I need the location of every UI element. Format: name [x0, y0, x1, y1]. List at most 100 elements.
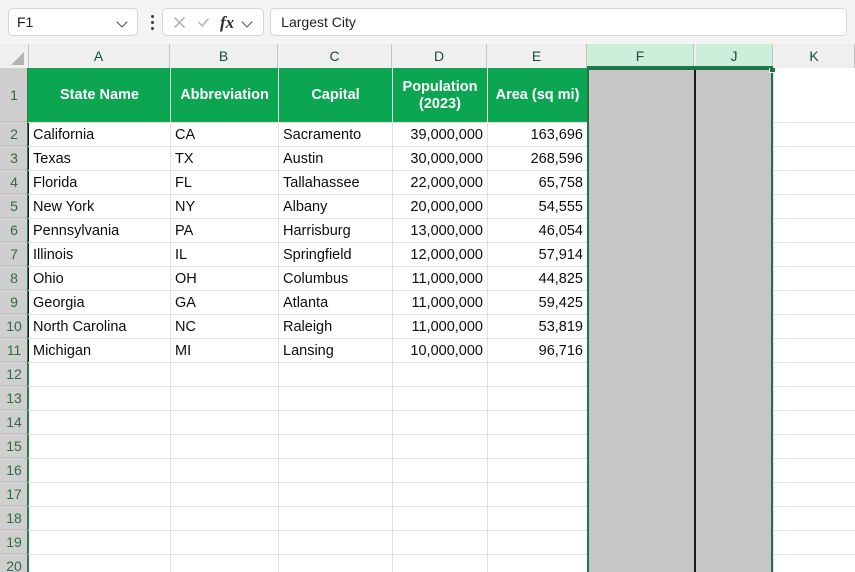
table-cell[interactable]: NY — [170, 194, 279, 219]
gridline-vertical — [487, 68, 488, 572]
fx-insert-function-icon[interactable]: fx — [220, 14, 234, 31]
table-cell[interactable]: 13,000,000 — [392, 218, 488, 243]
table-cell[interactable]: 11,000,000 — [392, 314, 488, 339]
confirm-check-icon[interactable] — [196, 15, 211, 30]
table-cell[interactable]: OH — [170, 266, 279, 291]
row-header-11[interactable]: 11 — [0, 338, 28, 362]
table-cell[interactable]: New York — [28, 194, 171, 219]
cell-canvas[interactable]: State Name Abbreviation Capital Population … — [28, 68, 855, 572]
table-cell[interactable]: 12,000,000 — [392, 242, 488, 267]
column-header-f[interactable]: F — [587, 44, 694, 68]
table-cell[interactable]: Florida — [28, 170, 171, 195]
column-header-k[interactable]: K — [774, 44, 855, 68]
table-cell[interactable]: 20,000,000 — [392, 194, 488, 219]
table-cell[interactable]: 54,555 — [487, 194, 588, 219]
table-cell[interactable]: Lansing — [278, 338, 393, 363]
table-cell[interactable]: 65,758 — [487, 170, 588, 195]
table-cell[interactable]: Springfield — [278, 242, 393, 267]
table-cell[interactable]: NC — [170, 314, 279, 339]
table-cell[interactable]: Pennsylvania — [28, 218, 171, 243]
table-cell[interactable]: Columbus — [278, 266, 393, 291]
table-cell[interactable]: 163,696 — [487, 122, 588, 147]
row-header-3[interactable]: 3 — [0, 146, 28, 170]
table-header-cell[interactable]: Capital — [278, 68, 393, 123]
formula-input[interactable]: Largest City — [270, 8, 847, 36]
name-box[interactable]: F1 — [8, 8, 138, 36]
row-header-19[interactable]: 19 — [0, 530, 28, 554]
table-cell[interactable]: Harrisburg — [278, 218, 393, 243]
table-cell[interactable]: 22,000,000 — [392, 170, 488, 195]
table-cell[interactable]: 11,000,000 — [392, 266, 488, 291]
column-header-a[interactable]: A — [28, 44, 170, 68]
table-cell[interactable]: 46,054 — [487, 218, 588, 243]
column-header-b[interactable]: B — [170, 44, 278, 68]
row-header-12[interactable]: 12 — [0, 362, 28, 386]
row-header-18[interactable]: 18 — [0, 506, 28, 530]
chevron-down-icon[interactable] — [118, 17, 129, 28]
column-header-d[interactable]: D — [392, 44, 487, 68]
gridline-vertical — [278, 68, 279, 572]
column-header-c[interactable]: C — [278, 44, 392, 68]
table-cell[interactable]: CA — [170, 122, 279, 147]
table-cell[interactable]: 53,819 — [487, 314, 588, 339]
row-header-5[interactable]: 5 — [0, 194, 28, 218]
fill-handle[interactable] — [769, 68, 776, 73]
table-cell[interactable]: 10,000,000 — [392, 338, 488, 363]
row-header-6[interactable]: 6 — [0, 218, 28, 242]
table-cell[interactable]: TX — [170, 146, 279, 171]
table-cell[interactable]: 44,825 — [487, 266, 588, 291]
row-header-2[interactable]: 2 — [0, 122, 28, 146]
table-header-cell[interactable]: Area (sq mi) — [487, 68, 588, 123]
table-cell[interactable]: MI — [170, 338, 279, 363]
gridline-vertical — [773, 68, 774, 572]
table-cell[interactable]: Atlanta — [278, 290, 393, 315]
table-cell[interactable]: PA — [170, 218, 279, 243]
table-cell[interactable]: Sacramento — [278, 122, 393, 147]
table-cell[interactable]: Albany — [278, 194, 393, 219]
table-cell[interactable]: Tallahassee — [278, 170, 393, 195]
selected-column-range-f-j[interactable] — [587, 68, 773, 572]
table-cell[interactable]: Texas — [28, 146, 171, 171]
row-header-14[interactable]: 14 — [0, 410, 28, 434]
table-cell[interactable]: California — [28, 122, 171, 147]
table-cell[interactable]: 11,000,000 — [392, 290, 488, 315]
column-header-e[interactable]: E — [487, 44, 587, 68]
table-header-cell[interactable]: Population (2023) — [392, 68, 488, 123]
row-header-16[interactable]: 16 — [0, 458, 28, 482]
table-cell[interactable]: 59,425 — [487, 290, 588, 315]
row-header-20[interactable]: 20 — [0, 554, 28, 572]
table-header-cell[interactable]: Abbreviation — [170, 68, 279, 123]
table-cell[interactable]: Raleigh — [278, 314, 393, 339]
row-header-10[interactable]: 10 — [0, 314, 28, 338]
table-cell[interactable]: 96,716 — [487, 338, 588, 363]
table-cell[interactable]: IL — [170, 242, 279, 267]
row-header-9[interactable]: 9 — [0, 290, 28, 314]
cancel-x-icon[interactable] — [172, 15, 187, 30]
column-header-row: ABCDEFJK — [0, 44, 855, 69]
table-cell[interactable]: Michigan — [28, 338, 171, 363]
table-cell[interactable]: GA — [170, 290, 279, 315]
table-cell[interactable]: Illinois — [28, 242, 171, 267]
gridline-vertical — [170, 68, 171, 572]
row-header-13[interactable]: 13 — [0, 386, 28, 410]
row-header-17[interactable]: 17 — [0, 482, 28, 506]
table-cell[interactable]: Ohio — [28, 266, 171, 291]
row-header-8[interactable]: 8 — [0, 266, 28, 290]
table-cell[interactable]: FL — [170, 170, 279, 195]
table-cell[interactable]: 30,000,000 — [392, 146, 488, 171]
table-header-cell[interactable]: State Name — [28, 68, 171, 123]
table-cell[interactable]: 268,596 — [487, 146, 588, 171]
column-header-j[interactable]: J — [696, 44, 773, 68]
row-header-1[interactable]: 1 — [0, 68, 28, 122]
kebab-menu-icon[interactable] — [144, 8, 160, 36]
table-cell[interactable]: Austin — [278, 146, 393, 171]
table-cell[interactable]: 39,000,000 — [392, 122, 488, 147]
table-cell[interactable]: North Carolina — [28, 314, 171, 339]
row-header-4[interactable]: 4 — [0, 170, 28, 194]
row-header-15[interactable]: 15 — [0, 434, 28, 458]
row-header-7[interactable]: 7 — [0, 242, 28, 266]
chevron-down-icon[interactable] — [243, 17, 254, 28]
table-cell[interactable]: 57,914 — [487, 242, 588, 267]
select-all-corner-icon[interactable] — [0, 44, 29, 68]
table-cell[interactable]: Georgia — [28, 290, 171, 315]
